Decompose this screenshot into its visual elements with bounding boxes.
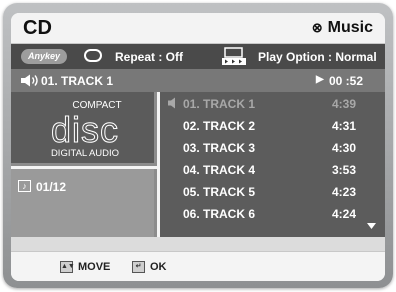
speaker-icon	[21, 74, 38, 87]
svg-text:disc: disc	[51, 109, 119, 150]
option-bar: Anykey Repeat : Off Play Option : Normal	[11, 44, 385, 69]
track-row[interactable]: 02. TRACK 2 4:31	[160, 115, 385, 137]
track-duration: 4:23	[332, 185, 357, 199]
track-row[interactable]: 01. TRACK 1 4:39	[160, 93, 385, 115]
page-title: CD	[23, 17, 52, 39]
disc-info-panel: COMPACT disc DIGITAL AUDIO	[11, 92, 157, 166]
track-title: 06. TRACK 6	[183, 207, 256, 221]
track-title: 01. TRACK 1	[183, 97, 256, 111]
track-row[interactable]: 04. TRACK 4 3:53	[160, 159, 385, 181]
track-title: 03. TRACK 3	[183, 141, 256, 155]
track-count-panel: ♪ 01/12	[11, 169, 157, 237]
track-count: 01/12	[36, 180, 67, 194]
header: CD ⊗ Music	[11, 13, 385, 44]
track-duration: 3:53	[332, 163, 357, 177]
play-option-icon[interactable]	[221, 47, 247, 66]
move-label: MOVE	[78, 261, 111, 273]
track-row[interactable]: 05. TRACK 5 4:23	[160, 181, 385, 203]
now-playing-track: 01. TRACK 1	[41, 74, 114, 88]
updown-arrows-icon: ▲▼	[60, 261, 75, 273]
move-hint: ▲▼ MOVE	[60, 261, 110, 273]
play-icon: ▶	[316, 74, 324, 85]
mode-indicator: ⊗ Music	[312, 19, 373, 37]
now-playing-bar: 01. TRACK 1 ▶ 00 :52	[11, 69, 385, 92]
ok-hint: ↵ OK	[132, 261, 167, 273]
speaker-icon	[168, 97, 175, 109]
repeat-icon[interactable]	[84, 49, 102, 62]
track-title: 04. TRACK 4	[183, 163, 256, 177]
track-title: 05. TRACK 5	[183, 185, 256, 199]
elapsed-time: 00 :52	[329, 74, 364, 88]
repeat-option[interactable]: Repeat : Off	[115, 50, 183, 64]
track-row[interactable]: 03. TRACK 3 4:30	[160, 137, 385, 159]
track-duration: 4:31	[332, 119, 357, 133]
scroll-down-icon[interactable]	[367, 223, 376, 229]
cd-player-screen: CD ⊗ Music Anykey Repeat : Off Play Opti…	[11, 13, 385, 281]
anykey-button[interactable]: Anykey	[21, 49, 67, 64]
track-title: 02. TRACK 2	[183, 119, 256, 133]
track-duration: 4:24	[332, 207, 357, 221]
play-option[interactable]: Play Option : Normal	[258, 50, 377, 64]
footer-hints: ▲▼ MOVE ↵ OK	[11, 251, 385, 281]
enter-icon: ↵	[132, 261, 145, 273]
ok-label: OK	[150, 261, 167, 273]
mode-label: Music	[327, 19, 373, 36]
compact-disc-logo: COMPACT disc DIGITAL AUDIO	[50, 100, 121, 159]
divider	[11, 237, 385, 251]
disc-icon: ⊗	[311, 20, 323, 35]
track-duration: 4:30	[332, 141, 357, 155]
svg-text:DIGITAL AUDIO: DIGITAL AUDIO	[51, 148, 119, 159]
music-note-icon: ♪	[18, 180, 31, 192]
track-row[interactable]: 06. TRACK 6 4:24	[160, 203, 385, 225]
track-duration: 4:39	[332, 97, 357, 111]
track-list[interactable]: 01. TRACK 1 4:39 02. TRACK 2 4:31 03. TR…	[160, 92, 385, 237]
